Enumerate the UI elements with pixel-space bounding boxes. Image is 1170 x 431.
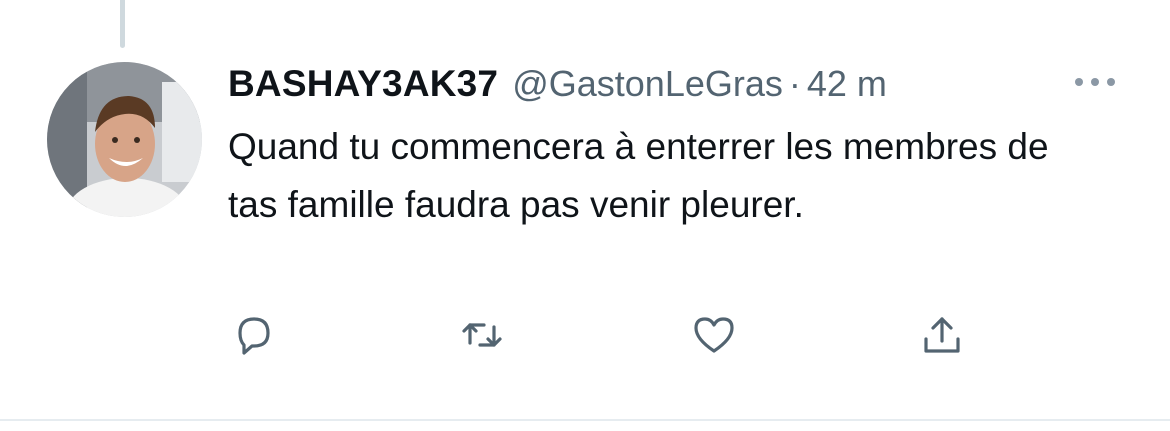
retweet-icon[interactable] <box>460 313 504 357</box>
thread-connector-line <box>120 0 125 48</box>
separator-dot: · <box>788 63 801 104</box>
avatar[interactable] <box>47 62 202 217</box>
more-horizontal-icon[interactable] <box>1072 70 1118 94</box>
share-icon[interactable] <box>920 313 964 357</box>
display-name[interactable]: BASHAY3AK37 <box>228 63 498 105</box>
reply-bubble-icon[interactable] <box>232 313 276 357</box>
tweet[interactable]: BASHAY3AK37 @GastonLeGras · 42 m Quand t… <box>0 0 1170 431</box>
heart-icon[interactable] <box>692 313 736 357</box>
tweet-divider <box>0 419 1170 421</box>
tweet-text: Quand tu commencera à enterrer les membr… <box>228 126 1049 225</box>
timestamp[interactable]: 42 m <box>807 63 887 105</box>
tweet-header: BASHAY3AK37 @GastonLeGras · 42 m <box>228 62 887 106</box>
user-handle[interactable]: @GastonLeGras <box>512 63 783 105</box>
